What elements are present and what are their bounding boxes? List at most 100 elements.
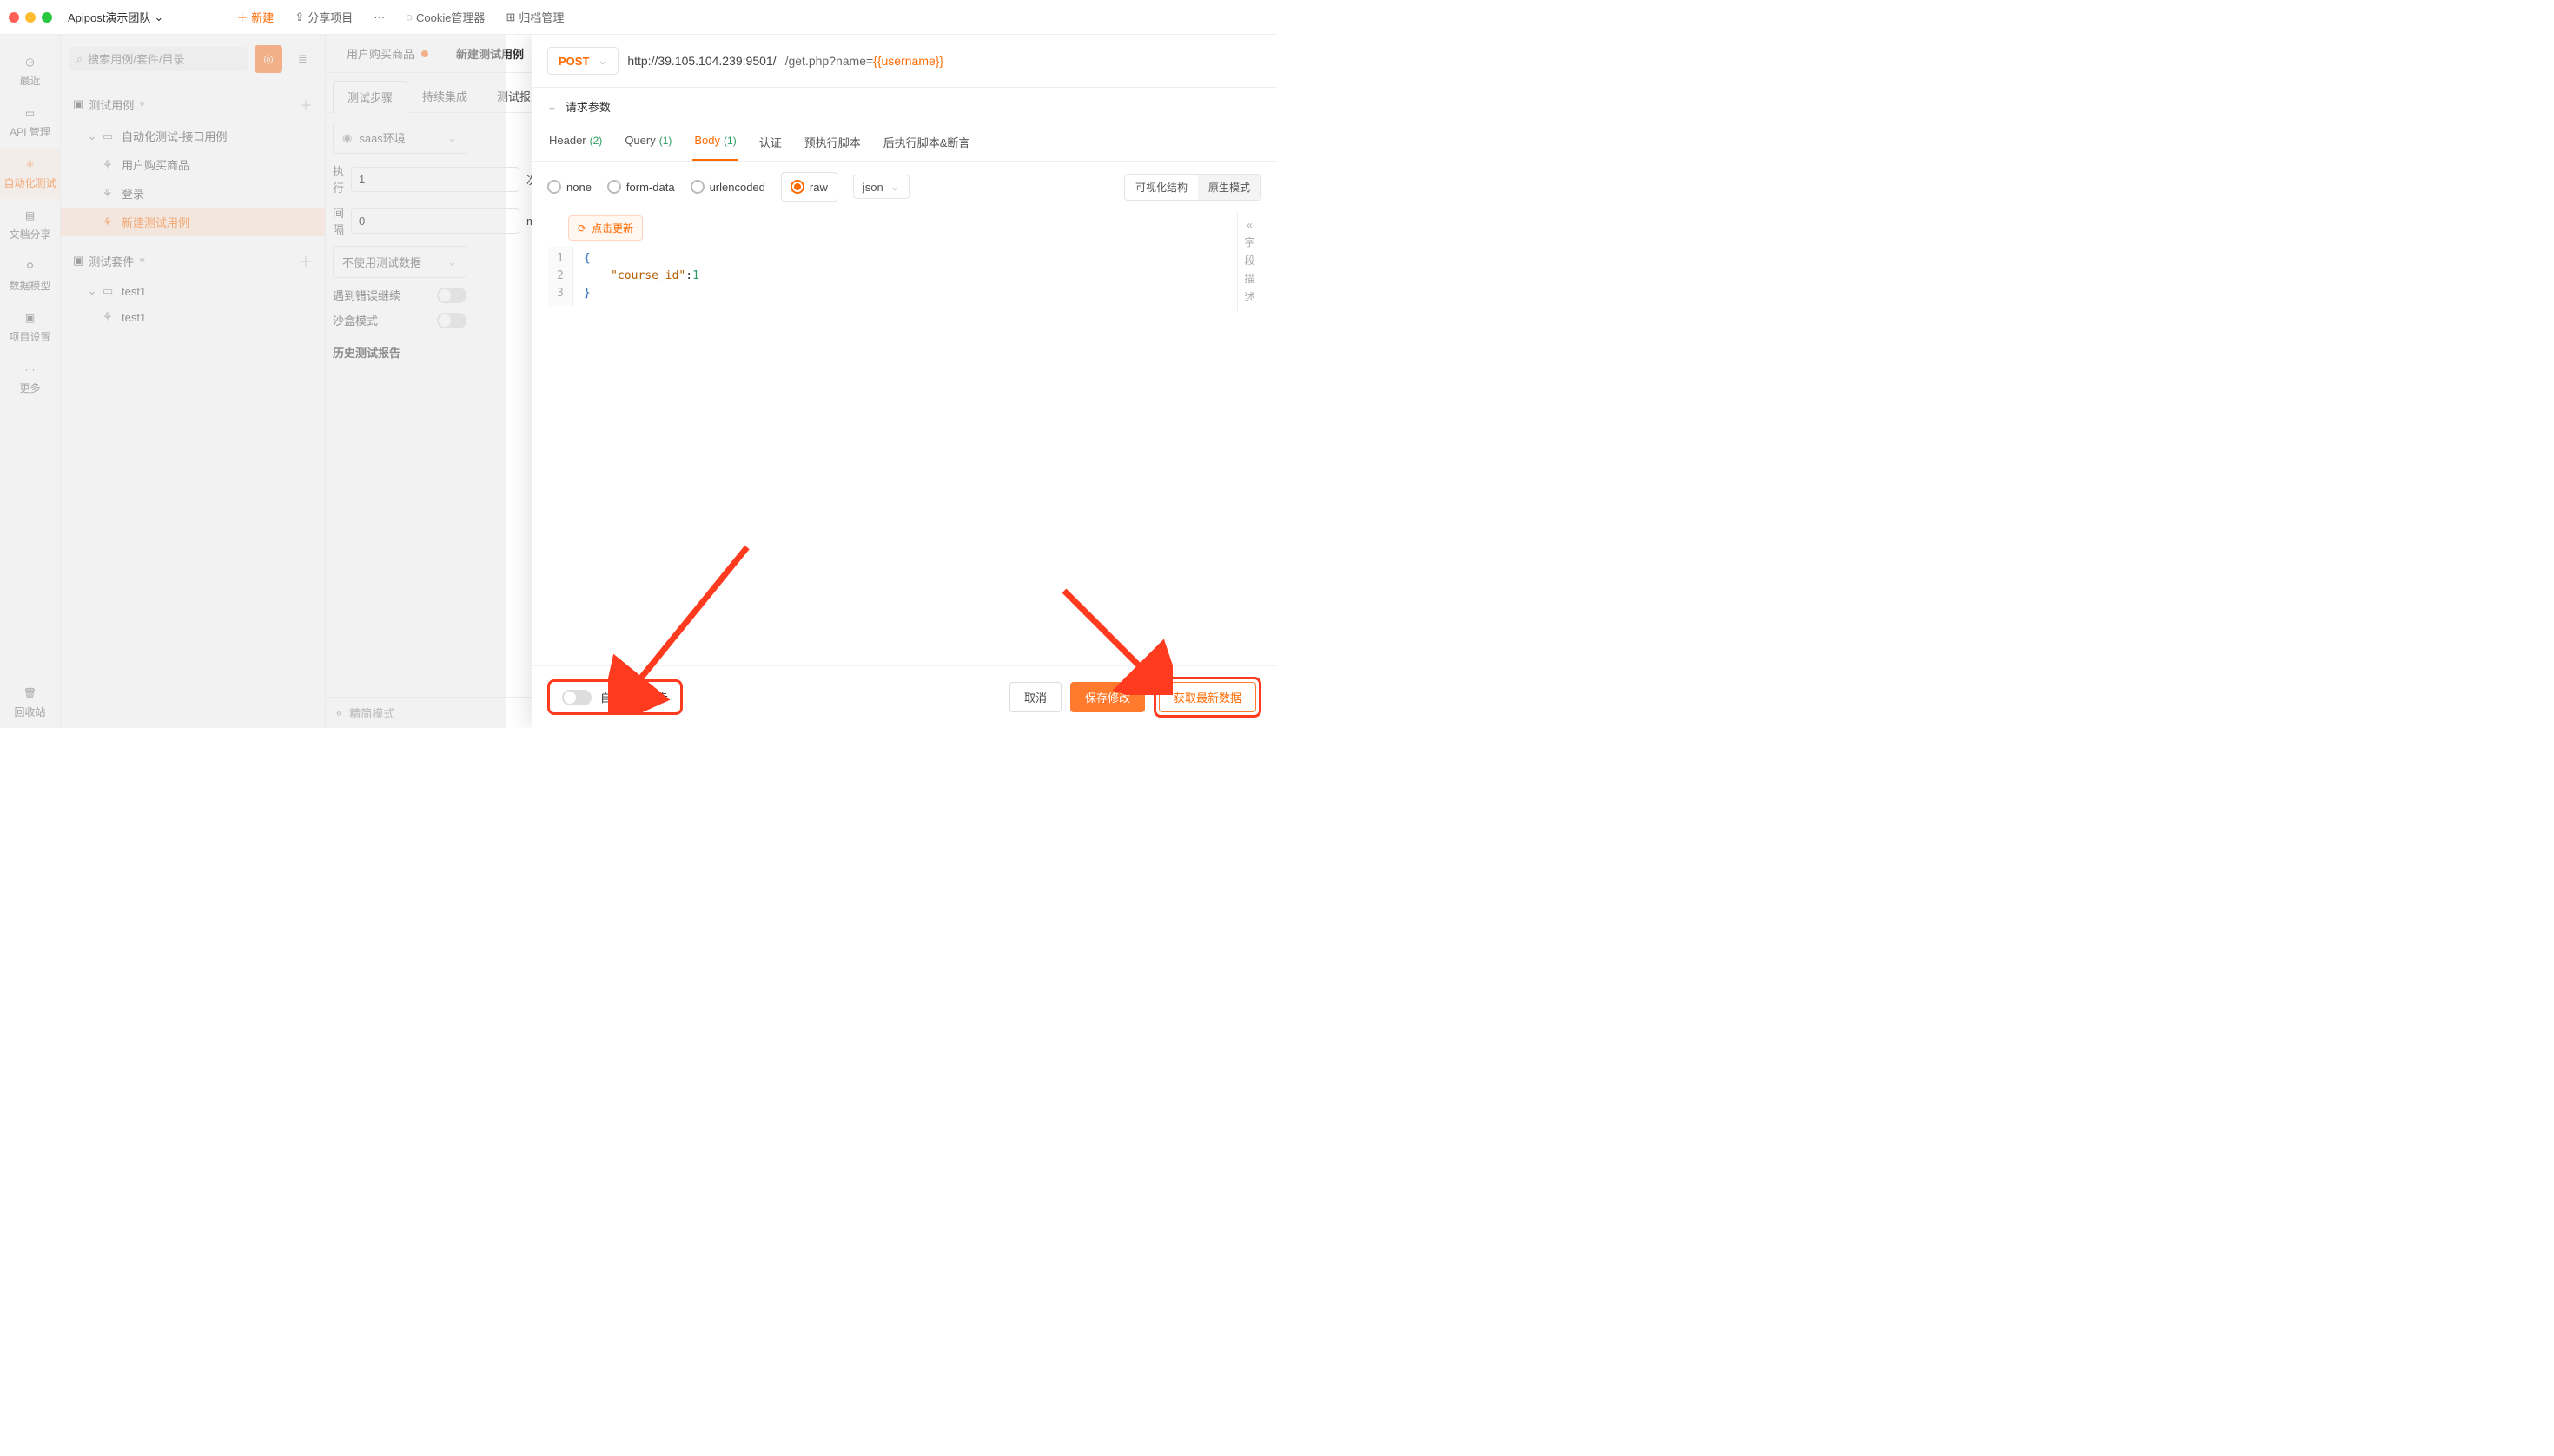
ptab-query[interactable]: Query(1) bbox=[623, 125, 673, 161]
add-icon[interactable]: ＋ bbox=[299, 250, 313, 271]
tree-suite-item[interactable]: ⚘ test1 bbox=[61, 304, 325, 330]
subtab-steps[interactable]: 测试步骤 bbox=[333, 81, 407, 113]
mode-visual[interactable]: 可视化结构 bbox=[1125, 175, 1198, 200]
clock-icon: ◷ bbox=[23, 54, 38, 69]
archive-icon: ⊞ bbox=[506, 10, 515, 24]
titlebar: Apipost演示团队 ⌄ ＋新建 ⇪分享项目 ··· ◌Cookie管理器 ⊞… bbox=[0, 0, 1277, 35]
search-input-wrap[interactable]: ⌕ bbox=[69, 47, 248, 71]
cookie-manager-button[interactable]: ◌Cookie管理器 bbox=[399, 5, 492, 29]
tree-item-buy[interactable]: ⚘ 用户购买商品 bbox=[61, 150, 325, 179]
link-icon: ⚘ bbox=[103, 215, 116, 229]
nav-model[interactable]: ⚲数据模型 bbox=[0, 250, 60, 301]
ptab-auth[interactable]: 认证 bbox=[758, 125, 784, 161]
fetch-latest-button[interactable]: 获取最新数据 bbox=[1159, 682, 1256, 712]
tab-buy[interactable]: 用户购买商品 bbox=[333, 35, 442, 72]
interval-label: 间隔 bbox=[333, 204, 344, 237]
tab-new[interactable]: 新建测试用例 bbox=[442, 35, 538, 72]
collapse-icon[interactable]: « bbox=[336, 706, 342, 719]
chevron-down-icon: ⌄ bbox=[890, 180, 900, 194]
share-icon: ⇪ bbox=[294, 10, 304, 24]
body-form-data[interactable]: form-data bbox=[607, 180, 675, 194]
mode-raw[interactable]: 原生模式 bbox=[1198, 175, 1260, 200]
nav-trash[interactable]: 🗑回收站 bbox=[0, 677, 60, 728]
config-column: ◉saas环境 ⌄ 执行 次 间隔 ms 不使用测试数据 bbox=[326, 113, 473, 369]
share-project-button[interactable]: ⇪分享项目 bbox=[288, 5, 360, 29]
eye-icon: ◉ bbox=[342, 131, 352, 145]
left-nav: ◷最近 ▭API 管理 ⚛自动化测试 ▤文档分享 ⚲数据模型 ▣项目设置 ···… bbox=[0, 35, 61, 728]
archive-button[interactable]: ⊞归档管理 bbox=[499, 5, 571, 29]
testsuites-header[interactable]: ▣测试套件▾ ＋ bbox=[61, 243, 325, 278]
team-selector[interactable]: Apipost演示团队 ⌄ bbox=[68, 9, 163, 25]
section-title: 请求参数 bbox=[566, 98, 611, 115]
search-icon: ⌕ bbox=[76, 52, 83, 66]
raw-type-selector[interactable]: json⌄ bbox=[853, 175, 910, 199]
target-icon: ◎ bbox=[263, 52, 273, 66]
team-name: Apipost演示团队 bbox=[68, 9, 150, 25]
body-urlencoded[interactable]: urlencoded bbox=[691, 180, 765, 194]
traffic-lights bbox=[9, 12, 52, 23]
filter-button[interactable]: ≣ bbox=[289, 45, 316, 73]
tree-folder[interactable]: ⌄ ▭ 自动化测试-接口用例 bbox=[61, 122, 325, 150]
more-menu[interactable]: ··· bbox=[367, 7, 392, 27]
add-icon[interactable]: ＋ bbox=[299, 94, 313, 115]
url-display[interactable]: http://39.105.104.239:9501/ /get.php?nam… bbox=[627, 54, 943, 68]
continue-label: 遇到错误继续 bbox=[333, 287, 400, 303]
nav-more[interactable]: ···更多 bbox=[0, 353, 60, 404]
model-icon: ⚲ bbox=[23, 259, 38, 275]
locate-button[interactable]: ◎ bbox=[255, 45, 281, 73]
case-icon: ▣ bbox=[73, 97, 83, 111]
url-path: /get.php?name= bbox=[785, 54, 874, 68]
sandbox-label: 沙盒模式 bbox=[333, 312, 378, 328]
ptab-pre[interactable]: 预执行脚本 bbox=[803, 125, 863, 161]
more-icon: ··· bbox=[23, 361, 38, 377]
code-source[interactable]: { "course_id":1 } bbox=[573, 247, 710, 306]
sync-toggle[interactable] bbox=[562, 690, 592, 705]
maximize-window[interactable] bbox=[42, 12, 52, 23]
section-request-params[interactable]: ⌄ 请求参数 bbox=[532, 88, 1277, 125]
exec-input[interactable] bbox=[351, 167, 519, 192]
save-button[interactable]: 保存修改 bbox=[1070, 682, 1145, 712]
tree-item-new[interactable]: ⚘ 新建测试用例 bbox=[61, 208, 325, 236]
ptab-post[interactable]: 后执行脚本&断言 bbox=[882, 125, 972, 161]
method-selector[interactable]: POST⌄ bbox=[547, 47, 619, 75]
tree-suite-folder[interactable]: ⌄ ▭ test1 bbox=[61, 278, 325, 304]
cookie-icon: ◌ bbox=[406, 10, 413, 23]
folder-icon: ▭ bbox=[103, 284, 116, 298]
cancel-button[interactable]: 取消 bbox=[1009, 682, 1062, 712]
interval-input[interactable] bbox=[351, 208, 519, 234]
close-window[interactable] bbox=[9, 12, 19, 23]
ptab-body[interactable]: Body(1) bbox=[692, 125, 738, 161]
sandbox-toggle[interactable] bbox=[437, 313, 466, 328]
trash-icon: 🗑 bbox=[23, 685, 38, 701]
nav-recent[interactable]: ◷最近 bbox=[0, 45, 60, 96]
caret-down-icon: ⌄ bbox=[87, 284, 97, 298]
folder-icon: ▭ bbox=[103, 129, 116, 143]
env-selector[interactable]: ◉saas环境 ⌄ bbox=[333, 122, 466, 154]
field-desc-panel[interactable]: « 字段描述 bbox=[1237, 212, 1261, 311]
body-none[interactable]: none bbox=[547, 180, 592, 194]
refresh-button[interactable]: ⟳点击更新 bbox=[568, 215, 643, 241]
view-mode-toggle: 可视化结构 原生模式 bbox=[1124, 174, 1261, 201]
nav-automation[interactable]: ⚛自动化测试 bbox=[0, 148, 60, 199]
filter-icon: ≣ bbox=[298, 52, 308, 66]
nav-docs[interactable]: ▤文档分享 bbox=[0, 199, 60, 250]
sync-highlight: 自动双向同步 bbox=[547, 679, 683, 715]
tree-item-login[interactable]: ⚘ 登录 bbox=[61, 179, 325, 208]
chevron-down-icon: ⌄ bbox=[447, 255, 457, 269]
panel-footer: 自动双向同步 取消 保存修改 获取最新数据 bbox=[532, 665, 1277, 728]
nav-project[interactable]: ▣项目设置 bbox=[0, 301, 60, 353]
body-raw[interactable]: raw bbox=[781, 172, 837, 202]
minimize-window[interactable] bbox=[25, 12, 36, 23]
link-icon: ⚘ bbox=[103, 310, 116, 324]
datasource-selector[interactable]: 不使用测试数据 ⌄ bbox=[333, 246, 466, 278]
ptab-header[interactable]: Header(2) bbox=[547, 125, 604, 161]
continue-toggle[interactable] bbox=[437, 288, 466, 303]
sync-label: 自动双向同步 bbox=[600, 689, 668, 705]
nav-api[interactable]: ▭API 管理 bbox=[0, 96, 60, 148]
subtab-ci[interactable]: 持续集成 bbox=[407, 80, 482, 112]
request-panel: POST⌄ http://39.105.104.239:9501/ /get.p… bbox=[532, 35, 1277, 728]
search-input[interactable] bbox=[88, 53, 241, 66]
testcases-header[interactable]: ▣测试用例▾ ＋ bbox=[61, 87, 325, 122]
new-button[interactable]: ＋新建 bbox=[229, 5, 281, 29]
code-editor[interactable]: 123 { "course_id":1 } bbox=[547, 246, 1237, 307]
